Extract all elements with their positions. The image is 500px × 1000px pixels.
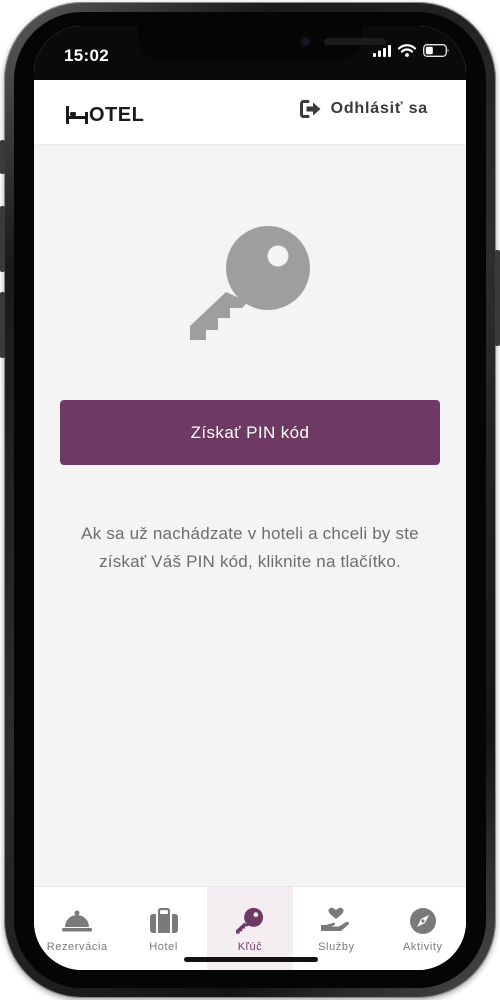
compass-icon <box>409 908 436 934</box>
tab-label: Rezervácia <box>46 941 108 953</box>
info-text-line-2: získať Váš PIN kód, kliknite na tlačítko… <box>99 552 401 571</box>
info-text-line-1: Ak sa už nachádzate v hoteli a chceli by… <box>81 524 419 543</box>
signal-icon <box>373 44 391 57</box>
hotel-logo[interactable]: OTEL <box>66 100 145 126</box>
tab-aktivity[interactable]: Aktivity <box>380 887 466 970</box>
tab-rezervacia[interactable]: Rezervácia <box>34 887 120 970</box>
wifi-icon <box>398 44 416 57</box>
volume-down-button <box>0 292 5 358</box>
volume-up-button <box>0 206 5 272</box>
app-screen: 15:02 OTEL Odhlásiť sa Získať PIN kód Ak… <box>34 26 466 970</box>
mute-switch <box>0 140 5 174</box>
info-text: Ak sa už nachádzate v hoteli a chceli by… <box>54 520 446 576</box>
notch <box>138 26 386 60</box>
logout-label: Odhlásiť sa <box>330 100 428 117</box>
key-icon <box>236 907 264 934</box>
logo-text: OTEL <box>89 104 145 126</box>
logout-button[interactable]: Odhlásiť sa <box>299 100 428 118</box>
battery-icon <box>423 44 449 57</box>
key-icon <box>190 226 310 340</box>
power-button <box>495 250 500 346</box>
tab-label: Aktivity <box>403 941 443 953</box>
status-time: 15:02 <box>64 46 109 65</box>
sign-out-icon <box>299 100 321 118</box>
bed-h-icon <box>66 106 88 124</box>
tab-label: Kľúč <box>237 941 263 953</box>
status-icons <box>373 44 450 57</box>
hand-heart-icon <box>321 907 350 931</box>
home-indicator[interactable] <box>184 957 318 962</box>
front-camera <box>300 36 311 47</box>
tab-label: Hotel <box>149 941 178 953</box>
status-bar: 15:02 <box>34 26 466 80</box>
bell-icon <box>62 910 93 932</box>
tab-label: Služby <box>318 941 355 953</box>
get-pin-button[interactable]: Získať PIN kód <box>60 400 440 465</box>
suitcase-icon <box>149 908 178 933</box>
app-header: OTEL Odhlásiť sa <box>34 80 466 145</box>
